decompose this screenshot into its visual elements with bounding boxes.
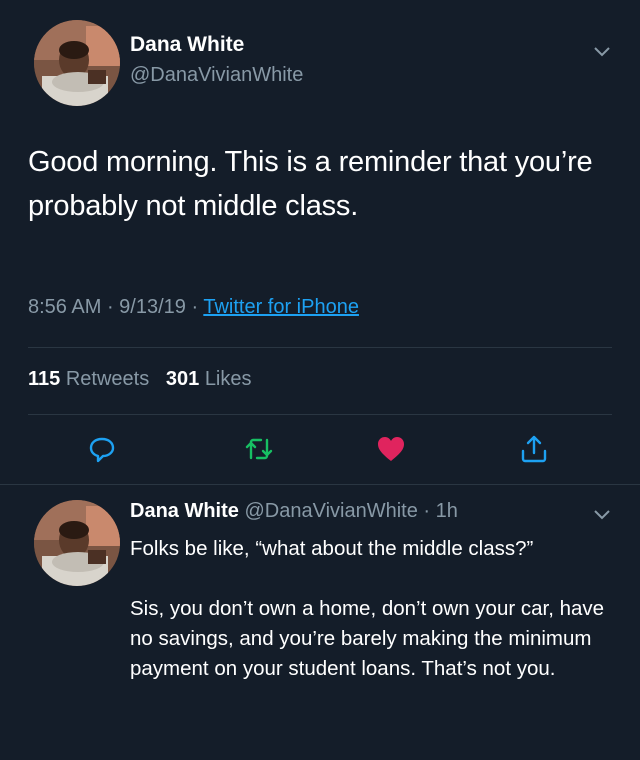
reply-paragraph: Folks be like, “what about the middle cl… <box>130 537 534 560</box>
tweet-stats: 115 Retweets 301 Likes <box>28 368 252 391</box>
reply-paragraph: Sis, you don’t own a home, don’t own you… <box>130 597 605 680</box>
like-button[interactable] <box>374 432 408 466</box>
tweet-time: 8:56 AM <box>28 296 102 318</box>
tweet-meta: 8:56 AM · 9/13/19 · Twitter for iPhone <box>28 296 359 318</box>
share-button[interactable] <box>517 432 551 466</box>
like-count[interactable]: 301 <box>166 368 199 390</box>
tweet-text: Good morning. This is a reminder that yo… <box>28 146 593 222</box>
retweet-count[interactable]: 115 <box>28 368 60 390</box>
like-label[interactable]: Likes <box>205 368 252 390</box>
reply-text: Folks be like, “what about the middle cl… <box>130 534 620 684</box>
divider <box>0 484 640 485</box>
profile-photo <box>34 20 120 106</box>
author-name[interactable]: Dana White <box>130 33 244 57</box>
tweet-thread: Dana White @DanaVivianWhite Good morning… <box>0 0 640 760</box>
reply-button[interactable] <box>85 432 119 466</box>
heart-icon <box>378 437 404 461</box>
author-handle[interactable]: @DanaVivianWhite <box>244 500 417 522</box>
author-name[interactable]: Dana White <box>130 500 239 522</box>
retweet-icon <box>245 438 273 460</box>
reply-icon <box>89 437 115 463</box>
chevron-down-icon[interactable] <box>592 507 612 521</box>
reply-header: Dana White @DanaVivianWhite · 1h <box>130 500 458 522</box>
retweet-label[interactable]: Retweets <box>66 368 149 390</box>
profile-photo <box>34 500 120 586</box>
tweet-date: 9/13/19 <box>119 296 186 318</box>
avatar[interactable] <box>34 20 120 106</box>
divider <box>28 414 612 415</box>
author-handle[interactable]: @DanaVivianWhite <box>130 64 303 87</box>
chevron-down-icon[interactable] <box>592 44 612 58</box>
retweet-button[interactable] <box>242 432 276 466</box>
avatar[interactable] <box>34 500 120 586</box>
tweet-time-ago: 1h <box>435 500 458 522</box>
divider <box>28 347 612 348</box>
tweet-source-link[interactable]: Twitter for iPhone <box>203 296 359 318</box>
share-icon <box>521 435 547 463</box>
